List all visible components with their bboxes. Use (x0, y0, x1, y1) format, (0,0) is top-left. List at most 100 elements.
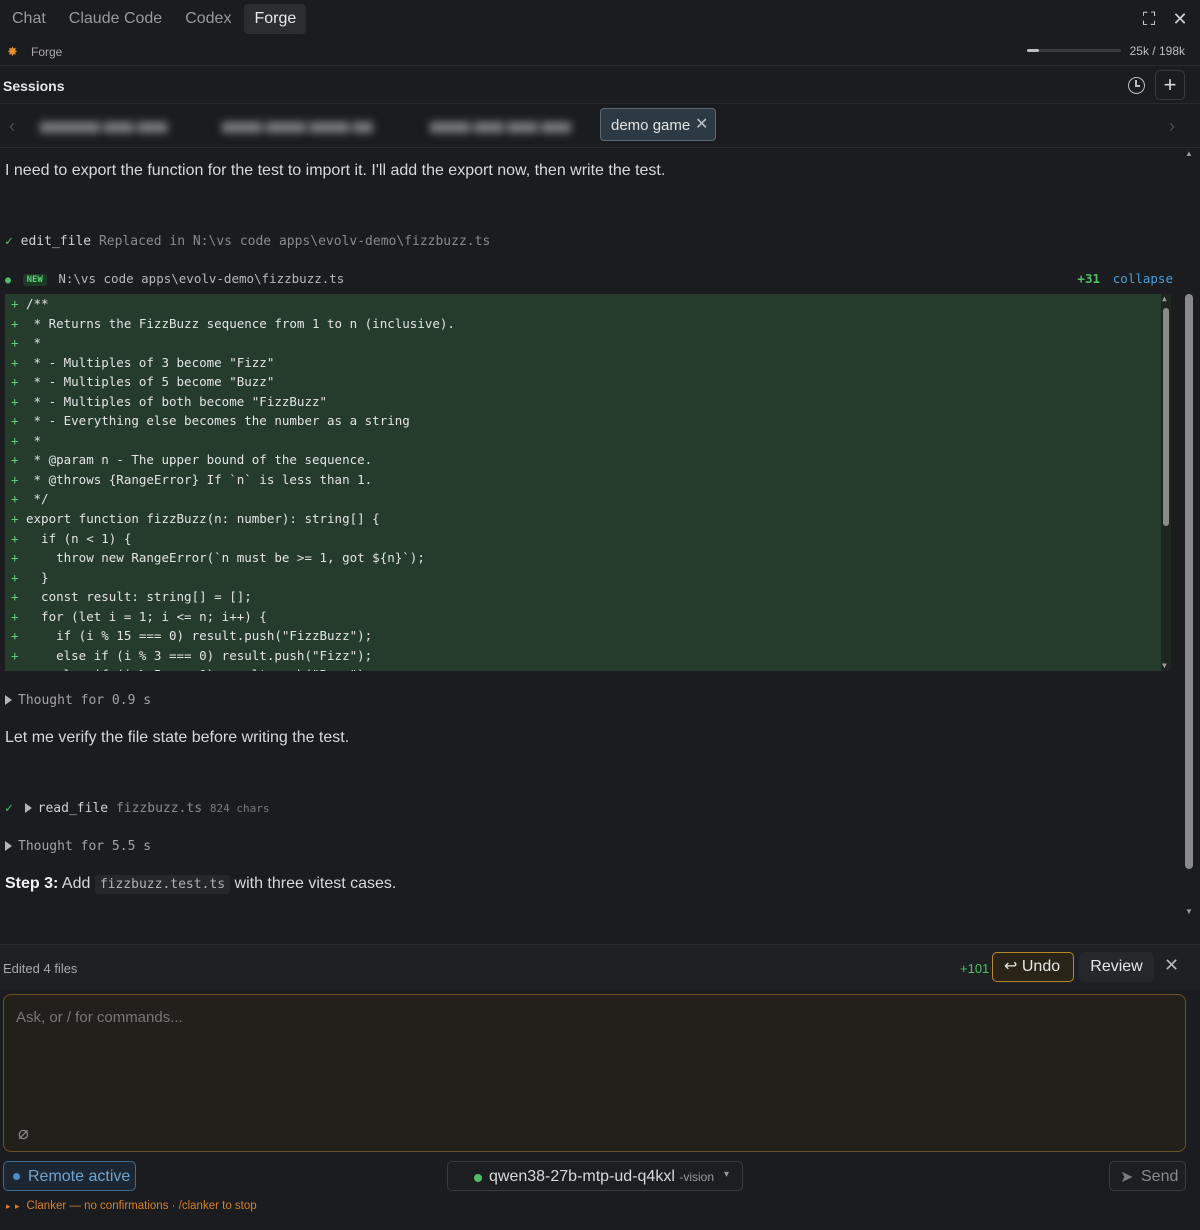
diff-lines: + /** + * Returns the FizzBuzz sequence fr… (5, 294, 455, 671)
diff-line-text: * - Multiples of 5 become "Buzz" (26, 374, 275, 390)
tool-call-edit-file: ✓ edit_file Replaced in N:\vs code apps\… (5, 234, 490, 249)
session-tab-active[interactable]: demo game ✕ (600, 108, 716, 141)
tab-claude-code[interactable]: Claude Code (59, 4, 172, 34)
play-triangles-icon: ▸ ▸ (6, 1201, 21, 1211)
diff-line-text: * (26, 335, 42, 351)
diff-line-text: * Returns the FizzBuzz sequence from 1 t… (26, 315, 455, 331)
undo-label: Undo (1021, 958, 1061, 975)
diff-line-text: * @throws {RangeError} If `n` is less th… (26, 471, 373, 487)
fullscreen-icon[interactable]: ⛶ (1138, 8, 1160, 30)
chevron-right-icon[interactable]: › (1169, 116, 1175, 137)
tool-call-read-file[interactable]: ✓ read_file fizzbuzz.ts 824 chars (5, 801, 269, 816)
session-tab-hidden-2[interactable]: ▆▆▆▆ ▆▆▆▆ ▆▆▆▆ ▆▆ (222, 118, 373, 136)
chevron-left-icon[interactable]: ‹ (9, 116, 15, 137)
thought-label: Thought for 5.5 s (18, 839, 152, 854)
new-badge: NEW (22, 274, 47, 286)
thought-toggle[interactable]: Thought for 0.9 s (5, 693, 151, 708)
scroll-down-icon[interactable]: ▼ (1185, 907, 1193, 916)
scroll-up-icon[interactable]: ▲ (1162, 294, 1167, 303)
diff-line: + */ (5, 489, 455, 509)
prompt-input[interactable]: Ask, or / for commands... ⌀ (3, 994, 1186, 1152)
forge-header: ✸ Forge 25k / 198k (0, 38, 1200, 66)
diff-plus-marker: + (11, 628, 19, 644)
inline-code: fizzbuzz.test.ts (94, 875, 231, 894)
diff-plus-marker: + (11, 608, 19, 624)
diff-line: + * @param n - The upper bound of the se… (5, 450, 455, 470)
expand-triangle-icon (24, 803, 32, 813)
diff-line: + } (5, 568, 455, 588)
diff-line-text: } (26, 569, 49, 585)
diff-plus-marker: + (11, 354, 19, 370)
thought-toggle[interactable]: Thought for 5.5 s (5, 839, 151, 854)
tool-name: read_file (37, 801, 109, 816)
chat-scrollbar[interactable]: ▲ ▼ (1184, 149, 1194, 916)
thought-label: Thought for 0.9 s (18, 693, 152, 708)
scroll-up-icon[interactable]: ▲ (1185, 149, 1193, 158)
remote-label: Remote active (28, 1168, 131, 1185)
file-path: N:\vs code apps\evolv-demo\fizzbuzz.ts (58, 271, 345, 286)
diff-scrollbar[interactable]: ▲ ▼ (1161, 294, 1171, 671)
tool-detail: Replaced in N:\vs code apps\evolv-demo\f… (98, 234, 491, 249)
paperclip-icon[interactable]: ⌀ (18, 1123, 29, 1144)
diff-line: + * @throws {RangeError} If `n` is less … (5, 470, 455, 490)
diff-line: + else if (i % 5 === 0) result.push("Buz… (5, 665, 455, 671)
session-tab-hidden-1[interactable]: ▆▆▆▆▆▆ ▆▆▆ ▆▆▆ (40, 118, 167, 136)
diff-code-block: + /** + * Returns the FizzBuzz sequence fr… (5, 294, 1171, 671)
diff-plus-marker: + (11, 511, 19, 527)
diff-line-text: export function fizzBuzz(n: number): str… (26, 511, 380, 527)
scrollbar-thumb[interactable] (1185, 294, 1193, 869)
review-button[interactable]: Review (1079, 952, 1154, 982)
sessions-title: Sessions (3, 78, 65, 94)
tab-forge[interactable]: Forge (244, 4, 307, 34)
diff-line: + if (n < 1) { (5, 529, 455, 549)
assistant-message: I need to export the function for the te… (5, 162, 666, 179)
send-label: Send (1141, 1168, 1179, 1185)
top-tab-bar: Chat Claude Code Codex Forge (0, 0, 1200, 38)
tab-chat[interactable]: Chat (2, 4, 56, 34)
step-message: Step 3: Add fizzbuzz.test.ts with three … (5, 875, 396, 894)
tab-codex[interactable]: Codex (175, 4, 241, 34)
diff-line-text: /** (26, 296, 49, 311)
diff-line-text: * - Multiples of 3 become "Fizz" (26, 354, 275, 370)
chevron-down-icon: ▾ (724, 1169, 730, 1180)
collapse-link[interactable]: collapse (1113, 271, 1173, 286)
model-selector[interactable]: qwen38-27b-mtp-ud-q4kxl -vision ▾ (447, 1161, 743, 1191)
diff-plus-marker: + (11, 550, 19, 566)
diff-plus-marker: + (11, 393, 19, 409)
dismiss-icon[interactable]: ✕ (1164, 955, 1179, 976)
forge-sparkle-icon: ✸ (7, 44, 18, 59)
close-tab-icon[interactable]: ✕ (695, 114, 708, 134)
input-placeholder: Ask, or / for commands... (16, 1009, 183, 1026)
session-tab-hidden-3[interactable]: ▆▆▆▆ ▆▆▆ ▆▆▆ ▆▆▆ (430, 118, 571, 136)
diff-line-text: if (n < 1) { (26, 530, 132, 546)
scrollbar-thumb[interactable] (1163, 308, 1169, 526)
diff-line: + export function fizzBuzz(n: number): st… (5, 509, 455, 529)
file-diff-header: ● NEW N:\vs code apps\evolv-demo\fizzbuz… (5, 271, 1175, 289)
check-icon: ✓ (5, 234, 13, 249)
scroll-down-icon[interactable]: ▼ (1162, 661, 1167, 670)
undo-button[interactable]: ↩ Undo (992, 952, 1074, 982)
diff-line: + * - Everything else becomes the number… (5, 411, 455, 431)
diff-line-text: const result: string[] = []; (26, 589, 252, 605)
diff-plus-marker: + (5, 665, 26, 671)
history-clock-icon[interactable] (1128, 77, 1145, 94)
diff-plus-marker: + (11, 296, 19, 311)
diff-plus-marker: + (11, 452, 19, 468)
close-icon[interactable]: ✕ (1169, 8, 1191, 30)
diff-plus-marker: + (11, 315, 19, 331)
send-button[interactable]: ➤ Send (1109, 1161, 1186, 1191)
diff-plus-marker: + (11, 530, 19, 546)
diff-line: + * (5, 431, 455, 451)
diff-plus-marker: + (11, 432, 19, 448)
new-session-button[interactable]: + (1155, 70, 1185, 100)
diff-line: + throw new RangeError(`n must be >= 1, … (5, 548, 455, 568)
expand-triangle-icon (5, 841, 12, 851)
diff-line-text: throw new RangeError(`n must be >= 1, go… (26, 550, 425, 566)
diff-line-text: else if (i % 3 === 0) result.push("Fizz"… (26, 647, 373, 663)
diff-line: + /** (5, 294, 455, 314)
remote-status-button[interactable]: Remote active (3, 1161, 136, 1191)
model-suffix: -vision (679, 1170, 715, 1184)
step-text-before: Add (61, 875, 91, 892)
context-usage-label: 25k / 198k (1129, 44, 1185, 58)
diff-plus-marker: + (11, 491, 19, 507)
